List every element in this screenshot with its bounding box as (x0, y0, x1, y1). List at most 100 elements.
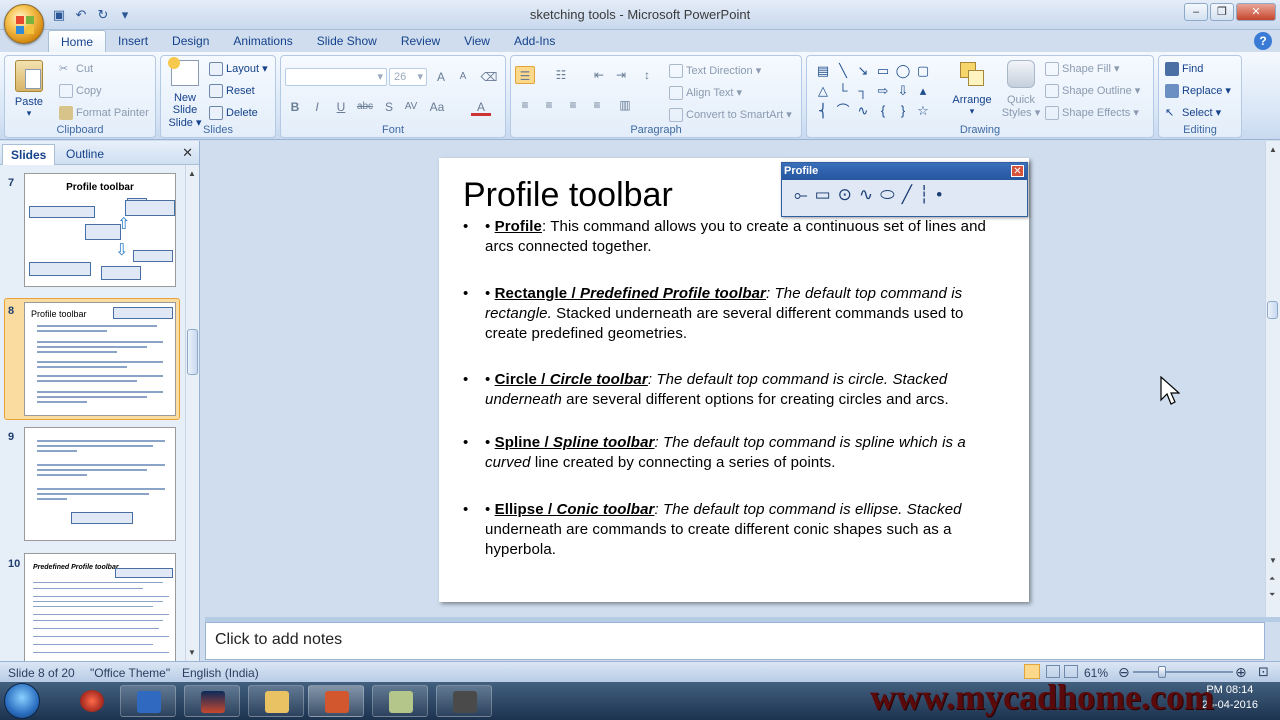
line-spacing-icon[interactable]: ↕ (637, 66, 657, 84)
oval-shape-icon[interactable]: ◯ (893, 61, 913, 81)
arrange-button[interactable]: Arrange ▾ (949, 60, 995, 117)
font-name-combo[interactable]: ▾ (285, 68, 387, 86)
profile-toolbar-image[interactable]: Profile ✕ ⟜ ▭ ⊙ ∿ ⬭ ╱ ┆ • (781, 162, 1028, 217)
tab-design[interactable]: Design (160, 30, 221, 52)
right-arrow-shape-icon[interactable]: ⇨ (873, 81, 893, 101)
taskbar-app-solid[interactable] (184, 685, 240, 717)
strikethrough-icon[interactable]: abc (355, 98, 375, 116)
tab-outline[interactable]: Outline (58, 144, 112, 165)
tab-add-ins[interactable]: Add-Ins (502, 30, 567, 52)
copy-button[interactable]: Copy (59, 84, 102, 98)
fit-window-icon[interactable]: ⊡ (1258, 664, 1269, 680)
scroll-up-icon[interactable]: ▲ (188, 169, 196, 178)
replace-button[interactable]: Replace ▾ (1165, 84, 1231, 99)
slide-thumbnail-10[interactable]: Predefined Profile toolbar (24, 553, 176, 667)
brace-shape-icon[interactable]: ⎨ (813, 101, 833, 121)
textbox-shape-icon[interactable]: ▤ (813, 61, 833, 81)
triangle-shape-icon[interactable]: △ (813, 81, 833, 101)
numbering-icon[interactable]: ☷ (551, 66, 571, 84)
grow-font-icon[interactable]: A (431, 68, 451, 86)
tab-insert[interactable]: Insert (106, 30, 160, 52)
shrink-font-icon[interactable]: A (453, 68, 473, 86)
close-icon[interactable]: ✕ (182, 145, 193, 161)
align-left-icon[interactable]: ≡ (515, 96, 535, 114)
line-shape-icon[interactable]: ╲ (833, 61, 853, 81)
close-button[interactable]: ✕ (1236, 3, 1276, 21)
slide-title[interactable]: Profile toolbar (463, 176, 673, 215)
align-right-icon[interactable]: ≡ (563, 96, 583, 114)
taskbar-app-explorer[interactable] (248, 685, 304, 717)
tab-slides[interactable]: Slides (2, 144, 56, 165)
text-shadow-icon[interactable]: S (379, 98, 399, 116)
layout-button[interactable]: Layout ▾ (209, 62, 268, 77)
shapes-gallery[interactable]: ▤ ╲ ↘ ▭ ◯ ▢ △ └ ┐ ⇨ ⇩ ▴ ⎨ ⌒ ∿{} ☆ (813, 61, 933, 121)
slide-scrollbar[interactable]: ▲ ▼ ⏶ ⏷ (1265, 141, 1280, 617)
find-button[interactable]: Find (1165, 62, 1203, 76)
quick-styles-button[interactable]: Quick Styles ▾ (999, 60, 1043, 119)
next-slide-icon[interactable]: ⏷ (1269, 590, 1275, 600)
format-painter-button[interactable]: Format Painter (59, 106, 149, 120)
scrollbar-thumb[interactable] (187, 329, 198, 375)
select-button[interactable]: ↖ Select ▾ (1165, 106, 1221, 120)
columns-icon[interactable]: ▥ (615, 96, 635, 114)
notes-pane[interactable]: Click to add notes (205, 622, 1265, 660)
right-brace-shape-icon[interactable]: } (893, 101, 913, 121)
start-button[interactable] (4, 683, 40, 719)
clear-format-icon[interactable]: ⌫ (479, 68, 499, 86)
font-color-icon[interactable]: A (471, 98, 491, 116)
language-indicator[interactable]: English (India) (182, 666, 259, 680)
char-spacing-icon[interactable]: AV (401, 98, 421, 116)
italic-icon[interactable]: I (307, 98, 327, 116)
bullets-icon[interactable]: ☰ (515, 66, 535, 84)
delete-button[interactable]: Delete (209, 106, 258, 120)
shape-effects-button[interactable]: Shape Effects ▾ (1045, 106, 1139, 121)
restore-button[interactable]: ❐ (1210, 3, 1234, 21)
previous-slide-icon[interactable]: ⏶ (1269, 574, 1275, 584)
taskbar-app-powerpoint[interactable] (308, 685, 364, 717)
connector-shape-icon[interactable]: ┐ (853, 81, 873, 101)
taskbar-app-other[interactable] (372, 685, 428, 717)
bold-icon[interactable]: B (285, 98, 305, 116)
shape-outline-button[interactable]: Shape Outline ▾ (1045, 84, 1140, 99)
shapes-scroll-icon[interactable]: ▴ (913, 81, 933, 101)
wave-shape-icon[interactable]: ∿ (853, 101, 873, 121)
text-direction-button[interactable]: Text Direction ▾ (669, 64, 761, 79)
justify-icon[interactable]: ≡ (587, 96, 607, 114)
font-size-combo[interactable]: 26 ▾ (389, 68, 427, 86)
slide-thumbnail-9[interactable] (24, 427, 176, 541)
star-shape-icon[interactable]: ☆ (913, 101, 933, 121)
zoom-in-icon[interactable]: ⊕ (1235, 664, 1247, 681)
taskbar-app-word[interactable] (120, 685, 176, 717)
slide-thumbnail-7[interactable]: Profile toolbar ⇧ ⇩ (24, 173, 176, 287)
tab-slide-show[interactable]: Slide Show (305, 30, 389, 52)
scroll-down-icon[interactable]: ▼ (1269, 556, 1277, 565)
tab-animations[interactable]: Animations (221, 30, 304, 52)
underline-icon[interactable]: U (331, 98, 351, 116)
slide-thumbnail-8[interactable]: Profile toolbar (24, 302, 176, 416)
rounded-rect-shape-icon[interactable]: ▢ (913, 61, 933, 81)
cut-button[interactable]: ✂ Cut (59, 62, 93, 76)
slides-pane-scrollbar[interactable]: ▲ ▼ (185, 165, 199, 661)
align-text-button[interactable]: Align Text ▾ (669, 86, 742, 101)
minimize-button[interactable]: – (1184, 3, 1208, 21)
slide[interactable]: Profile toolbar • • Profile: This comman… (439, 158, 1029, 602)
reset-button[interactable]: Reset (209, 84, 255, 98)
zoom-slider[interactable] (1133, 671, 1233, 673)
help-icon[interactable]: ? (1254, 32, 1272, 50)
new-slide-button[interactable]: New Slide Slide ▾ (165, 57, 205, 129)
change-case-icon[interactable]: Aa (427, 98, 447, 116)
tab-home[interactable]: Home (48, 30, 107, 52)
rectangle-shape-icon[interactable]: ▭ (873, 61, 893, 81)
tab-review[interactable]: Review (389, 30, 452, 52)
taskbar-app-media[interactable] (64, 685, 114, 717)
scroll-up-icon[interactable]: ▲ (1269, 145, 1277, 154)
decrease-indent-icon[interactable]: ⇤ (589, 66, 609, 84)
office-button[interactable] (4, 4, 44, 44)
tab-view[interactable]: View (452, 30, 502, 52)
scroll-down-icon[interactable]: ▼ (188, 648, 196, 657)
left-brace-shape-icon[interactable]: { (873, 101, 893, 121)
arrow-shape-icon[interactable]: ↘ (853, 61, 873, 81)
down-arrow-shape-icon[interactable]: ⇩ (893, 81, 913, 101)
scrollbar-thumb[interactable] (1267, 301, 1278, 319)
shape-fill-button[interactable]: Shape Fill ▾ (1045, 62, 1120, 77)
